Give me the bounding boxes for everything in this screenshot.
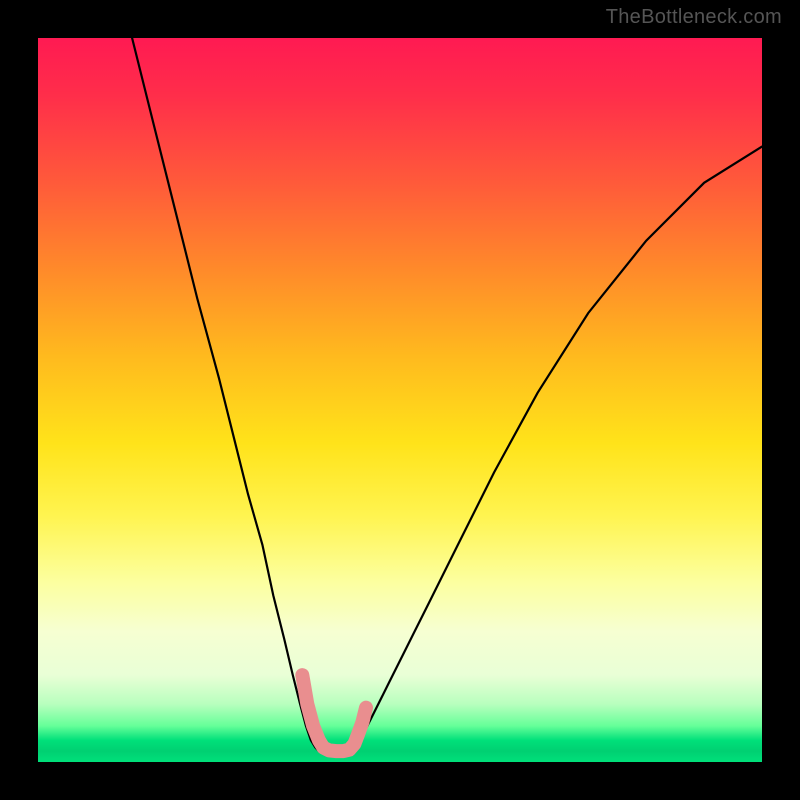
chart-frame: TheBottleneck.com xyxy=(0,0,800,800)
right-branch-line xyxy=(353,147,762,752)
curve-layer xyxy=(38,38,762,762)
watermark-text: TheBottleneck.com xyxy=(606,6,782,29)
valley-highlight xyxy=(302,675,366,751)
left-branch-line xyxy=(132,38,322,751)
plot-area xyxy=(38,38,762,762)
